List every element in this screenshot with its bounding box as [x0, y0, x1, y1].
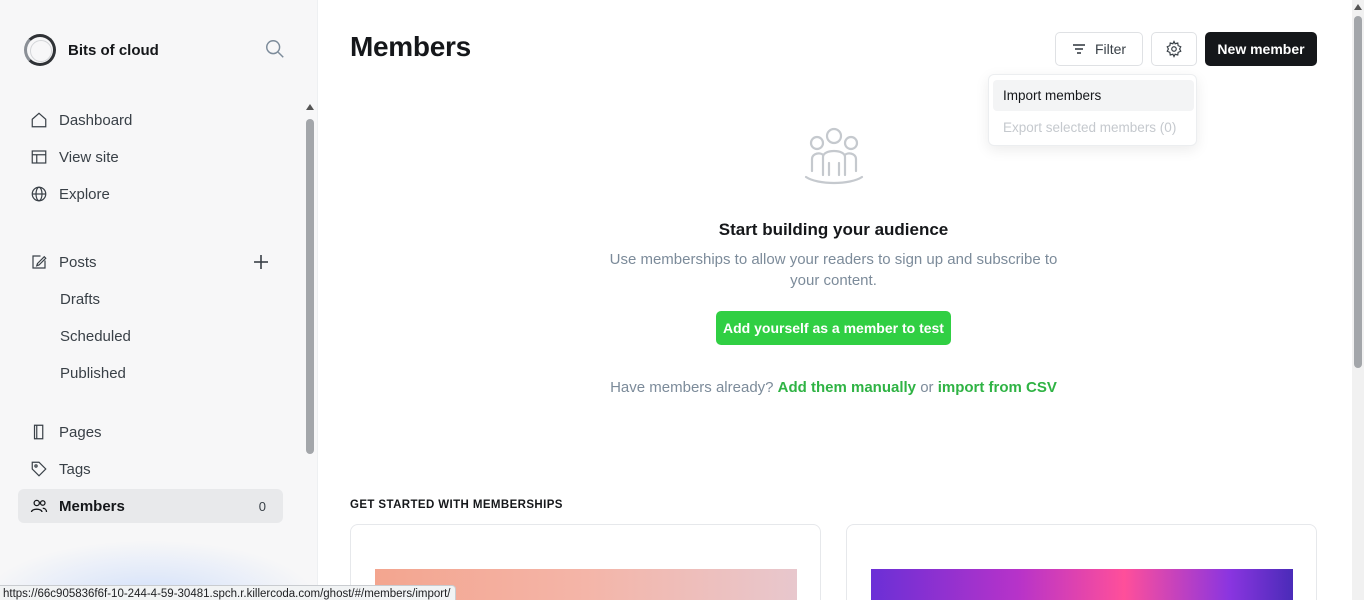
status-bar-url: https://66c905836f6f-10-244-4-59-30481.s… [0, 585, 457, 600]
sidebar-item-label: Explore [59, 185, 110, 203]
filter-label: Filter [1094, 41, 1127, 57]
new-post-button[interactable] [251, 252, 271, 272]
plus-icon [254, 255, 268, 269]
sidebar-item-label: Posts [59, 253, 97, 271]
existing-members-hint: Have members already? Add them manually … [560, 379, 1107, 396]
site-name: Bits of cloud [68, 41, 159, 59]
hint-prefix: Have members already? [610, 379, 774, 396]
sidebar-item-tags[interactable]: Tags [18, 452, 283, 486]
import-csv-link[interactable]: import from CSV [938, 379, 1057, 396]
globe-icon [30, 185, 48, 203]
sidebar-item-label: Tags [59, 460, 91, 478]
sidebar-item-dashboard[interactable]: Dashboard [18, 103, 283, 137]
home-icon [30, 111, 48, 129]
search-button[interactable] [264, 38, 288, 62]
search-icon [266, 40, 284, 58]
sidebar-item-label: Members [59, 497, 125, 515]
sidebar-item-label: Scheduled [60, 327, 131, 345]
main-scrollbar[interactable] [1352, 0, 1364, 600]
sidebar-item-posts[interactable]: Posts [18, 245, 283, 279]
scroll-up-arrow[interactable] [306, 104, 314, 110]
settings-dropdown: Import members Export selected members (… [988, 74, 1197, 146]
members-count: 0 [258, 498, 266, 514]
members-icon [30, 497, 48, 515]
sidebar: Bits of cloud Dashboard View site Explor… [0, 0, 318, 600]
sidebar-item-explore[interactable]: Explore [18, 177, 283, 211]
sidebar-item-scheduled[interactable]: Scheduled [18, 319, 283, 353]
empty-state-title: Start building your audience [718, 220, 949, 239]
sidebar-item-label: Dashboard [59, 111, 133, 129]
page-title: Members [350, 31, 471, 62]
get-started-heading: GET STARTED WITH MEMBERSHIPS [350, 499, 563, 511]
sidebar-item-published[interactable]: Published [18, 356, 283, 390]
site-logo [24, 34, 56, 66]
export-members-item: Export selected members (0) [1003, 120, 1177, 135]
import-members-item[interactable]: Import members [993, 80, 1194, 111]
edit-icon [30, 253, 48, 271]
get-started-card[interactable] [846, 524, 1317, 600]
settings-button[interactable] [1151, 32, 1197, 66]
tag-icon [30, 460, 48, 478]
members-empty-icon [804, 127, 864, 185]
hint-or: or [920, 379, 934, 396]
sidebar-item-label: Drafts [60, 290, 101, 308]
filter-icon [1072, 44, 1085, 54]
sidebar-item-label: Published [60, 364, 126, 382]
brand[interactable]: Bits of cloud [24, 34, 159, 66]
sidebar-item-label: View site [59, 148, 119, 166]
sidebar-item-label: Pages [59, 423, 102, 441]
sidebar-item-pages[interactable]: Pages [18, 415, 283, 449]
add-manually-link[interactable]: Add them manually [778, 379, 916, 396]
layout-icon [30, 148, 48, 166]
scroll-thumb[interactable] [1354, 16, 1362, 368]
scroll-thumb[interactable] [306, 119, 314, 454]
scroll-up-arrow[interactable] [1354, 4, 1362, 10]
sidebar-item-drafts[interactable]: Drafts [18, 282, 283, 316]
page-icon [30, 423, 48, 441]
sidebar-item-view-site[interactable]: View site [18, 140, 283, 174]
filter-button[interactable]: Filter [1055, 32, 1143, 66]
empty-state-description: Use memberships to allow your readers to… [609, 251, 1058, 289]
sidebar-item-members[interactable]: Members 0 [18, 489, 283, 523]
sidebar-scrollbar[interactable] [303, 104, 317, 454]
add-yourself-button[interactable]: Add yourself as a member to test [716, 311, 951, 345]
gear-icon [1166, 40, 1182, 58]
new-member-button[interactable]: New member [1205, 32, 1317, 66]
card-image [871, 569, 1293, 600]
